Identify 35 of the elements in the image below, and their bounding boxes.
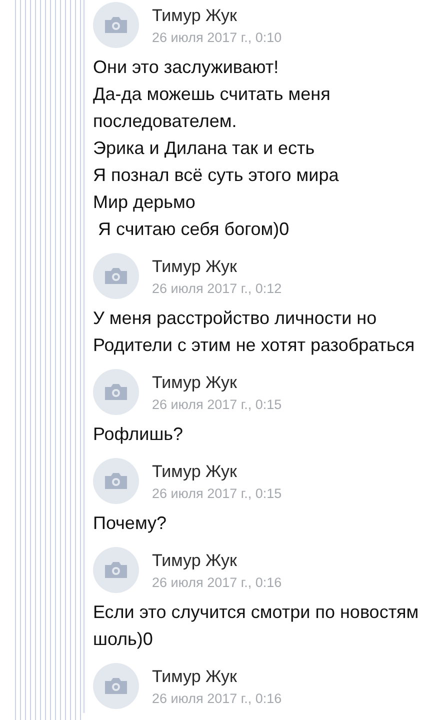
- author-name[interactable]: Тимур Жук: [152, 372, 282, 392]
- message-text: У меня расстройство личности но: [93, 307, 378, 330]
- camera-icon: [103, 560, 129, 580]
- message-time: 26 июля 2017 г., 0:16: [152, 690, 282, 706]
- message-text: Да-да можешь считать меня последователем.: [93, 83, 332, 133]
- avatar[interactable]: [93, 2, 139, 48]
- author-name[interactable]: Тимур Жук: [152, 550, 282, 570]
- avatar[interactable]: [93, 458, 139, 504]
- message-text: Я считаю себя богом)0: [97, 218, 290, 241]
- message-time: 26 июля 2017 г., 0:15: [152, 396, 282, 412]
- message-time: 26 июля 2017 г., 0:12: [152, 280, 282, 296]
- avatar[interactable]: [93, 253, 139, 299]
- message-text: Мир дерьмо: [93, 191, 196, 214]
- camera-icon: [103, 266, 129, 286]
- message-time: 26 июля 2017 г., 0:10: [152, 30, 282, 44]
- author-name[interactable]: Тимур Жук: [152, 666, 282, 686]
- camera-icon: [103, 15, 129, 35]
- message-text: Эрика и Дилана так и есть: [93, 137, 316, 160]
- camera-icon: [103, 676, 129, 696]
- author-name[interactable]: Тимур Жук: [152, 6, 282, 26]
- message-text: Я познал всё суть этого мира: [93, 164, 340, 187]
- message-time: 26 июля 2017 г., 0:16: [152, 574, 282, 590]
- message-time: 26 июля 2017 г., 0:15: [152, 486, 282, 500]
- camera-icon: [103, 471, 129, 491]
- author-name[interactable]: Тимур Жук: [152, 462, 282, 482]
- avatar[interactable]: [93, 663, 139, 709]
- message-text: Почему?: [93, 512, 168, 535]
- camera-icon: [103, 382, 129, 402]
- message-text: Если это случится смотри по новостям шоль)0: [93, 601, 420, 651]
- avatar[interactable]: [93, 369, 139, 415]
- message-text: Родители с этим не хотят разобраться: [93, 334, 416, 357]
- author-name[interactable]: Тимур Жук: [152, 256, 282, 276]
- avatar[interactable]: [93, 547, 139, 593]
- message-text: Они это заслуживают!: [93, 56, 280, 79]
- message-text: Рофлишь?: [93, 423, 184, 446]
